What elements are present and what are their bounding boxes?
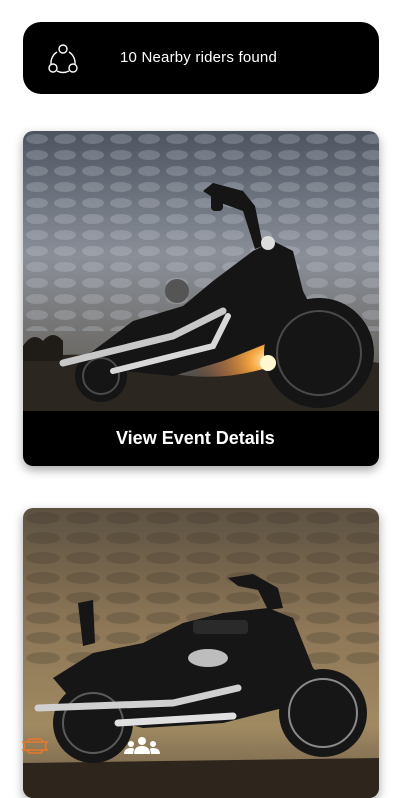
nearby-riders-icon xyxy=(48,44,78,74)
event-card[interactable]: View Event Details xyxy=(23,131,379,466)
nearby-riders-banner[interactable]: 10 Nearby riders found xyxy=(23,22,379,94)
group-riders-icon[interactable] xyxy=(122,736,162,756)
event-card[interactable] xyxy=(23,508,379,798)
nearby-riders-text: 10 Nearby riders found xyxy=(120,49,277,66)
motorcycle-sunset-photo xyxy=(23,131,379,411)
view-event-details-button[interactable]: View Event Details xyxy=(23,411,379,466)
harley-logo-icon[interactable] xyxy=(21,737,49,755)
motorcycle-cloudy-photo xyxy=(23,508,379,798)
